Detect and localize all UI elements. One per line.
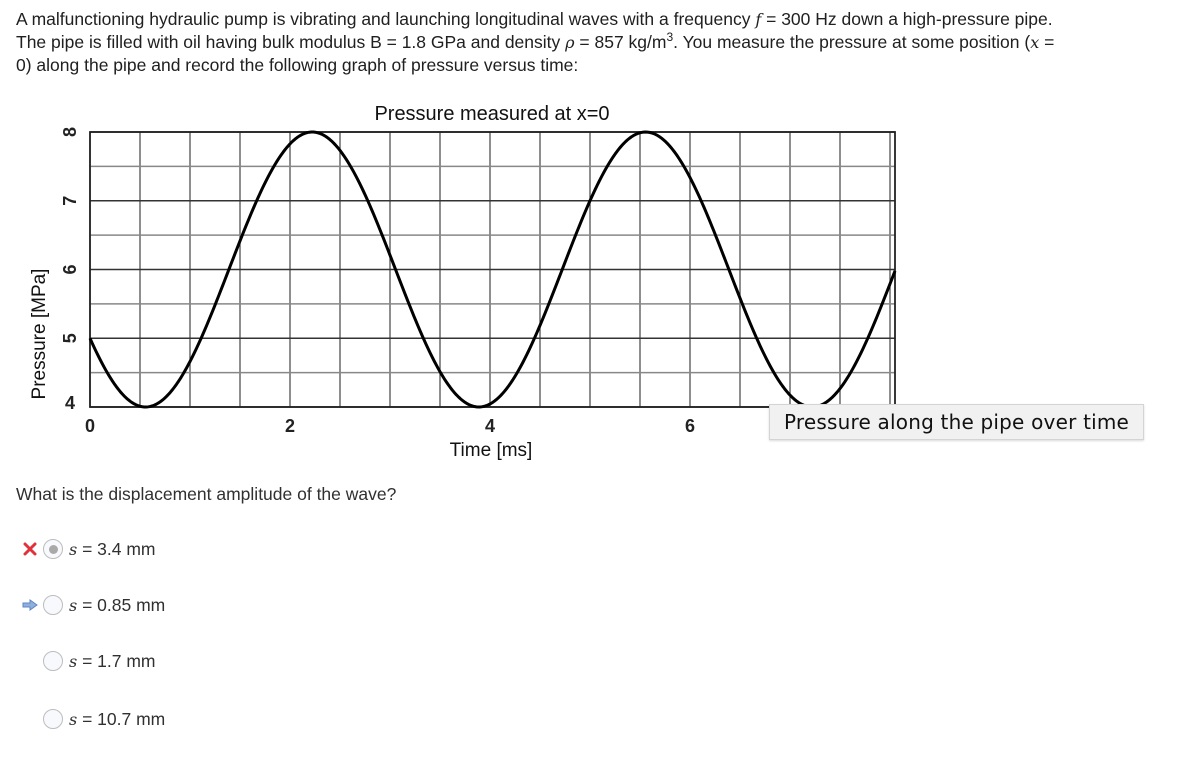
choice-1[interactable]: s = 3.4 mm — [20, 536, 156, 562]
question-line-1: A malfunctioning hydraulic pump is vibra… — [16, 9, 1053, 29]
choice-4[interactable]: s = 10.7 mm — [20, 706, 165, 732]
choice-label: s = 0.85 mm — [69, 594, 166, 615]
radio-button[interactable] — [43, 651, 63, 671]
x-tick-label: 6 — [685, 416, 695, 436]
choice-label: s = 1.7 mm — [69, 650, 156, 671]
x-tick-label: 4 — [485, 416, 495, 436]
chart-tooltip: Pressure along the pipe over time — [769, 404, 1145, 440]
question-text: A malfunctioning hydraulic pump is vibra… — [16, 8, 1166, 76]
question-line-2: The pipe is filled with oil having bulk … — [16, 30, 1055, 52]
y-tick-label: 4 — [65, 393, 75, 413]
empty-mark — [20, 709, 40, 729]
y-tick-label: 6 — [60, 264, 80, 274]
chart-title: Pressure measured at x=0 — [374, 103, 609, 125]
choice-2[interactable]: s = 0.85 mm — [20, 592, 165, 618]
x-tick-label: 2 — [285, 416, 295, 436]
radio-button[interactable] — [43, 709, 63, 729]
y-axis-label: Pressure [MPa] — [29, 269, 50, 400]
y-tick-labels: 4 5 6 7 8 — [60, 127, 80, 413]
incorrect-x-icon — [20, 539, 40, 559]
radio-button-selected[interactable] — [43, 539, 63, 559]
x-tick-labels: 0 2 4 6 — [85, 416, 695, 436]
radio-button[interactable] — [43, 595, 63, 615]
question-line-3: 0) along the pipe and record the followi… — [16, 55, 579, 75]
choice-3[interactable]: s = 1.7 mm — [20, 648, 156, 674]
subquestion-text: What is the displacement amplitude of th… — [16, 484, 397, 504]
x-tick-label: 0 — [85, 416, 95, 436]
y-tick-label: 5 — [60, 333, 80, 343]
grid — [89, 131, 896, 408]
correct-answer-arrow-icon — [20, 595, 40, 615]
x-axis-label: Time [ms] — [450, 440, 533, 461]
choice-label: s = 3.4 mm — [69, 538, 156, 559]
choice-label: s = 10.7 mm — [69, 708, 166, 729]
y-tick-label: 7 — [60, 196, 80, 206]
empty-mark — [20, 651, 40, 671]
y-tick-label: 8 — [60, 127, 80, 137]
